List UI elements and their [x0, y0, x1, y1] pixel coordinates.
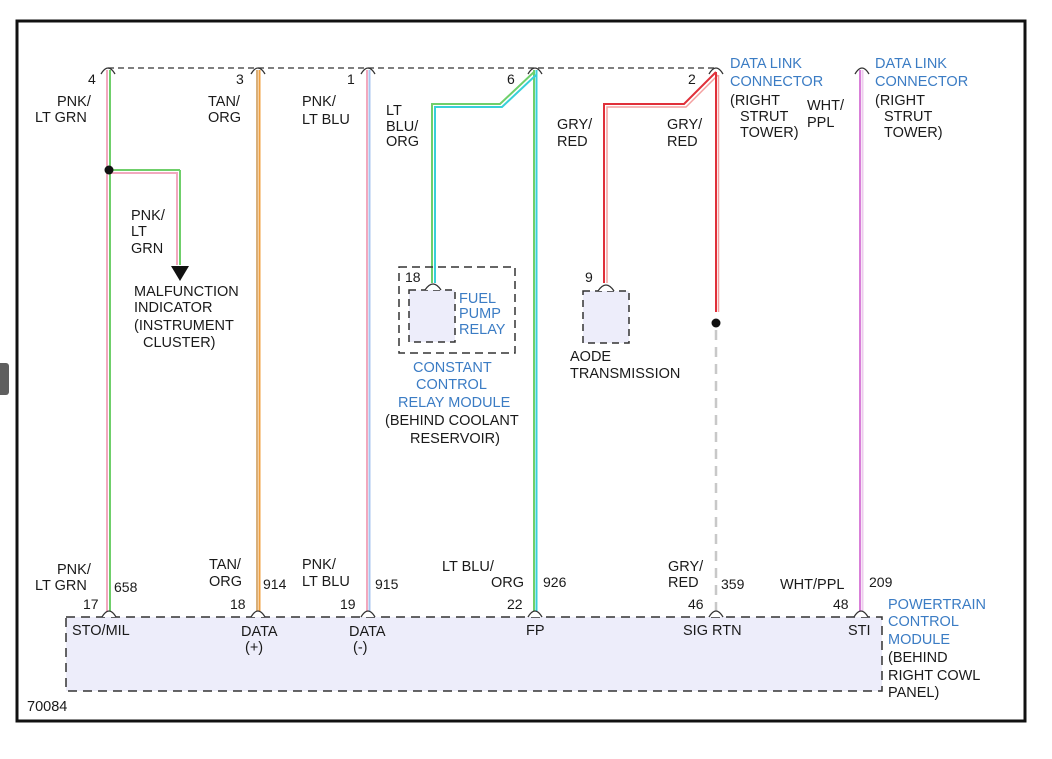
- dlc-sti-location-3: TOWER): [884, 125, 943, 141]
- dlc-label-1: DATA LINK: [730, 56, 802, 72]
- relay-location-2: RESERVOIR): [410, 431, 500, 447]
- dlc-location-1: (RIGHT: [730, 93, 780, 109]
- mil-wire-line2: LT: [131, 224, 147, 240]
- pcm-wire-48: WHT/PPL: [780, 577, 844, 593]
- mil-label-3: (INSTRUMENT: [134, 318, 234, 334]
- wire-label-2-line2: RED: [667, 134, 698, 150]
- pcm-location-2: RIGHT COWL: [888, 668, 980, 684]
- wire-label-1-line1: PNK/: [302, 94, 337, 110]
- pcm-pin-sub-plus: (+): [245, 640, 263, 656]
- fuel-pump-relay: [408, 289, 456, 343]
- relay-label-3: RELAY: [459, 322, 506, 338]
- relay-module-1: CONSTANT: [413, 360, 492, 376]
- pcm-circuit-658: 658: [114, 579, 138, 595]
- relay-label-1: FUEL: [459, 291, 496, 307]
- pcm-circuit-359: 359: [721, 576, 745, 592]
- pcm-wire-46-line2: RED: [668, 575, 699, 591]
- pcm-pin-name-sti: STI: [848, 623, 871, 639]
- pcm-pin-46: 46: [688, 596, 704, 612]
- pcm-pin-name-data-plus: DATA: [241, 624, 278, 640]
- wire-label-1-line2: LT BLU: [302, 112, 350, 128]
- relay-module-3: RELAY MODULE: [398, 395, 511, 411]
- wire-label-aode-line1: GRY/: [557, 117, 593, 133]
- pcm-pin-name-fp: FP: [526, 623, 545, 639]
- relay-module-2: CONTROL: [416, 377, 487, 393]
- pcm-wire-19-line2: LT BLU: [302, 574, 350, 590]
- relay-pin: 18: [405, 269, 421, 285]
- wire-label-2-line1: GRY/: [667, 117, 703, 133]
- dlc-label-2: CONNECTOR: [730, 74, 823, 90]
- dlc-sti-label-1: DATA LINK: [875, 56, 947, 72]
- splice-dot-mil: [104, 165, 114, 175]
- relay-location-1: (BEHIND COOLANT: [385, 413, 519, 429]
- mil-wire-line1: PNK/: [131, 208, 166, 224]
- pcm-wire-18-line1: TAN/: [209, 557, 242, 573]
- pcm-wire-22-line1: LT BLU/: [442, 559, 495, 575]
- wire-label-4-line2: LT GRN: [35, 110, 87, 126]
- pcm-circuit-926: 926: [543, 574, 567, 590]
- pcm-pin-48: 48: [833, 596, 849, 612]
- pcm-pin-name-data-minus: DATA: [349, 624, 386, 640]
- pcm-pin-17: 17: [83, 596, 99, 612]
- wiring-diagram: 4 3 1 6 2 DATA LINK CONNECTOR (RIGHT STR…: [15, 19, 1027, 723]
- pcm-pin-name-sig-rtn: SIG RTN: [683, 623, 742, 639]
- pcm-label-3: MODULE: [888, 632, 950, 648]
- aode-label-1: AODE: [570, 349, 611, 365]
- relay-label-2: PUMP: [459, 306, 501, 322]
- aode-pin: 9: [585, 269, 593, 285]
- dlc-pin-1: 1: [347, 71, 355, 87]
- wire-label-6-line2: BLU/: [386, 119, 419, 135]
- dlc-pin-6: 6: [507, 71, 515, 87]
- wire-label-6-line1: LT: [386, 103, 402, 119]
- wire-label-3-line1: TAN/: [208, 94, 241, 110]
- dlc-sti-label-2: CONNECTOR: [875, 74, 968, 90]
- pcm-pin-name-sto-mil: STO/MIL: [72, 623, 130, 639]
- splice-dot-sig-rtn: [711, 318, 721, 328]
- pcm-pin-22: 22: [507, 596, 523, 612]
- pcm-circuit-914: 914: [263, 576, 287, 592]
- pcm-wire-22-line2: ORG: [491, 575, 524, 591]
- mil-label-4: CLUSTER): [143, 335, 216, 351]
- aode-label-2: TRANSMISSION: [570, 366, 680, 382]
- diagram-frame: [15, 19, 1027, 723]
- mil-wire-line3: GRN: [131, 241, 163, 257]
- pcm-wire-46-line1: GRY/: [668, 559, 704, 575]
- pcm-circuit-915: 915: [375, 576, 399, 592]
- mil-label-1: MALFUNCTION: [134, 284, 239, 300]
- pcm-label-2: CONTROL: [888, 614, 959, 630]
- wire-label-6-line3: ORG: [386, 134, 419, 150]
- pcm-location-3: PANEL): [888, 685, 939, 701]
- dlc-pin-2: 2: [688, 71, 696, 87]
- wire-label-aode-line2: RED: [557, 134, 588, 150]
- dlc-pin-4: 4: [88, 71, 96, 87]
- pcm-wire-19-line1: PNK/: [302, 557, 337, 573]
- pcm-pin-19: 19: [340, 596, 356, 612]
- wire-label-sti-line2: PPL: [807, 115, 834, 131]
- pcm-pin-sub-minus: (-): [353, 640, 368, 656]
- dlc-pin-3: 3: [236, 71, 244, 87]
- dlc-location-2: STRUT: [740, 109, 788, 125]
- pcm-wire-17-line1: PNK/: [57, 562, 92, 578]
- pcm-pin-18: 18: [230, 596, 246, 612]
- dlc-sti-location-1: (RIGHT: [875, 93, 925, 109]
- pcm-wire-17-line2: LT GRN: [35, 578, 87, 594]
- pcm-location-1: (BEHIND: [888, 650, 948, 666]
- dlc-location-3: TOWER): [740, 125, 799, 141]
- wire-label-3-line2: ORG: [208, 110, 241, 126]
- wire-label-4-line1: PNK/: [57, 94, 92, 110]
- pcm-label-1: POWERTRAIN: [888, 597, 986, 613]
- mil-label-2: INDICATOR: [134, 300, 212, 316]
- figure-id: 70084: [27, 699, 67, 715]
- wire-label-sti-line1: WHT/: [807, 98, 845, 114]
- pcm-wire-18-line2: ORG: [209, 574, 242, 590]
- pcm-circuit-209: 209: [869, 574, 893, 590]
- dlc-sti-location-2: STRUT: [884, 109, 932, 125]
